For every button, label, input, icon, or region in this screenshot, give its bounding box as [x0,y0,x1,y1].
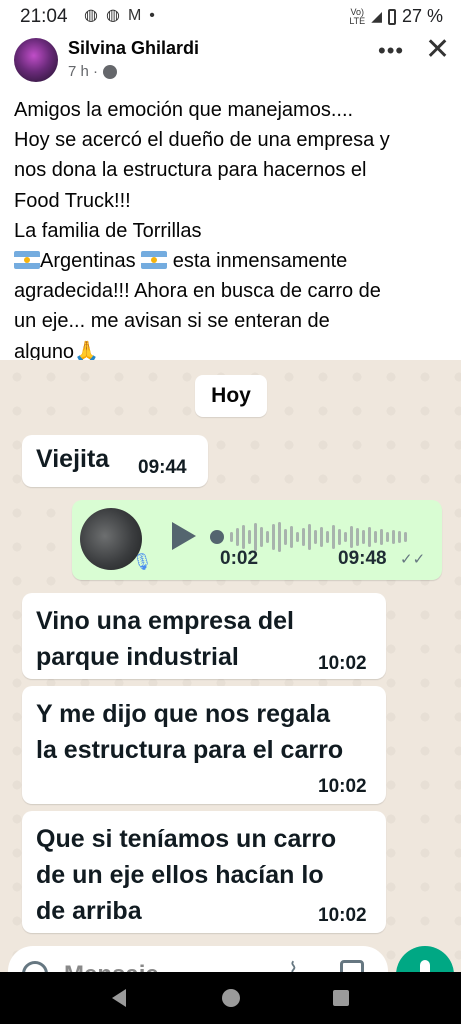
recents-icon[interactable] [333,990,349,1006]
system-icons: Vo) LTE ◢ 27 % [349,6,443,27]
caption-line: La familia de Torrillas [14,219,202,242]
message-time: 10:02 [318,905,367,926]
shell-icon: ◍ [105,7,120,24]
voice-time: 09:48 [338,548,387,569]
voice-duration: 0:02 [220,548,259,569]
caption-line: Amigos la emoción que manejamos.... [14,99,354,121]
signal-icon: ◢ [371,8,382,24]
argentina-flag-icon [14,251,40,270]
caption-line: Hoy se acercó el dueño de una empresa y [14,129,390,152]
message-time: 10:02 [318,776,367,797]
camera-icon[interactable] [340,960,364,972]
message-text: Que si teníamos un carro de un eje ellos… [36,821,336,929]
post-time: 7 h · [68,63,99,80]
emoji-icon[interactable] [22,961,48,972]
post-meta: 7 h · [68,63,118,80]
system-nav-bar [0,972,461,1024]
more-options-button[interactable]: ••• [378,38,404,64]
post-caption: Amigos la emoción que manejamos.... Hoy … [14,95,454,367]
gmail-icon: M [127,7,142,24]
message-line: parque industrial [36,643,239,671]
message-line: la estructura para el carro [36,736,344,764]
back-icon[interactable] [112,989,126,1007]
dot-icon: • [149,7,155,24]
message-bubble: Vino una empresa del parque industrial 1… [22,593,386,679]
argentina-flag-icon [141,251,168,270]
message-line: Que si teníamos un carro [36,825,337,853]
caption-word: esta inmensamente [172,250,348,273]
notification-icons: ◍ ◍ M • [84,7,155,25]
mic-icon: 🎙 [132,554,153,571]
attach-icon[interactable]: ⌇ [288,958,299,972]
lte-icon: Vo) LTE [349,6,366,26]
date-chip: Hoy [195,375,267,417]
globe-icon [103,64,118,79]
message-text: Vino una empresa del parque industrial [36,603,294,675]
post-header: Silvina Ghilardi 7 h · ••• ✕ [0,32,461,88]
status-time: 21:04 [20,6,68,27]
home-icon[interactable] [222,989,240,1007]
message-input[interactable]: Mensaje [64,961,159,972]
message-bubble: Que si teníamos un carro de un eje ellos… [22,811,386,933]
play-icon[interactable] [172,522,196,550]
message-text: Viejita [36,445,110,473]
message-bubble: Y me dijo que nos regala la estructura p… [22,686,386,804]
caption-word: Argentinas [40,250,136,273]
caption-line-flags: Argentinas esta inmensamente [14,246,454,276]
message-bubble: Viejita 09:44 [22,435,208,487]
status-bar: 21:04 ◍ ◍ M • Vo) LTE ◢ 27 % [0,0,461,34]
caption-line: un eje... me avisan si se enteran de [14,310,330,333]
voice-message-bubble[interactable]: 🎙 0:02 09:48 ✓✓ [72,500,442,580]
message-line: de arriba [36,897,142,925]
message-text: Y me dijo que nos regala la estructura p… [36,696,343,768]
chat-screenshot[interactable]: Hoy Viejita 09:44 🎙 0:02 09:48 ✓✓ Vino u… [0,360,461,972]
battery-percent: 27 % [401,6,443,26]
battery-icon [387,8,396,25]
waveform [230,518,425,556]
message-time: 09:44 [138,457,187,478]
message-time: 10:02 [318,653,367,674]
shell-icon: ◍ [84,7,98,24]
record-voice-button[interactable] [396,946,454,972]
mic-icon [420,960,430,972]
close-button[interactable]: ✕ [425,32,450,67]
message-line: de un eje ellos hacían lo [36,861,324,889]
read-ticks-icon: ✓✓ [400,551,426,568]
message-input-bar[interactable]: Mensaje ⌇ [8,946,388,972]
author-avatar[interactable] [14,38,58,82]
caption-line: nos dona la estructura para hacernos el [14,159,367,182]
playback-slider-handle[interactable] [210,530,224,544]
caption-line: Food Truck!!! [14,189,131,212]
caption-line: agradecida!!! Ahora en busca de carro de [14,280,381,303]
message-line: Vino una empresa del [36,607,294,635]
author-name[interactable]: Silvina Ghilardi [68,38,199,59]
message-line: Y me dijo que nos regala [36,700,331,728]
